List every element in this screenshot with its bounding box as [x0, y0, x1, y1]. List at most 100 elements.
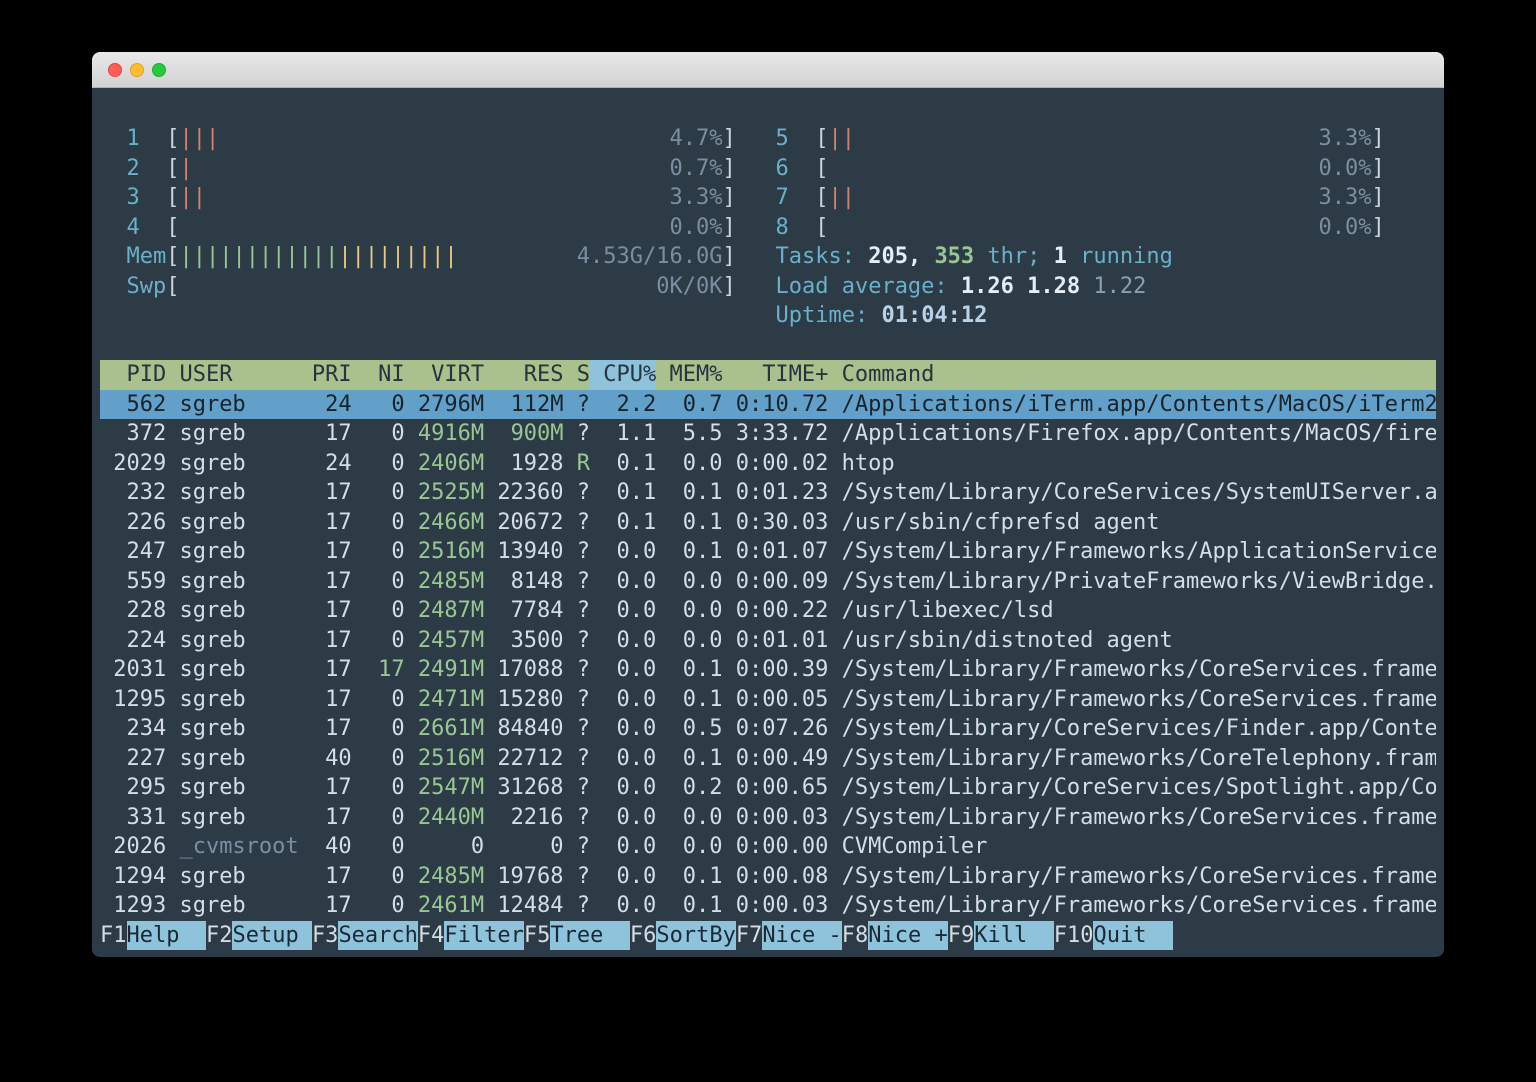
close-button[interactable]: [108, 63, 122, 77]
cell-cpu: 0.0: [590, 569, 656, 594]
process-row[interactable]: 1294sgreb1702485M19768?0.00.10:00.08/Sys…: [100, 862, 1436, 892]
fn-label-f10[interactable]: Quit: [1093, 921, 1172, 951]
process-row[interactable]: 227sgreb4002516M22712?0.00.10:00.49/Syst…: [100, 744, 1436, 774]
column-header-pri[interactable]: PRI: [312, 362, 352, 387]
text-segment: Load average:: [775, 274, 960, 299]
process-row[interactable]: 2026_cvmsroot40000?0.00.00:00.00CVMCompi…: [100, 832, 1436, 862]
column-header-res[interactable]: RES: [484, 362, 563, 387]
fn-label-f1[interactable]: Help: [127, 921, 206, 951]
window-titlebar[interactable]: [92, 52, 1444, 88]
zoom-button[interactable]: [152, 63, 166, 77]
cell-virt: 0: [405, 834, 484, 859]
cell-ni: 0: [352, 539, 405, 564]
process-row[interactable]: 1293sgreb1702461M12484?0.00.10:00.03/Sys…: [100, 891, 1436, 921]
cell-pri: 40: [312, 746, 352, 771]
cell-ni: 0: [352, 392, 405, 417]
cell-pid: 1294: [100, 864, 166, 889]
process-row[interactable]: 295sgreb1702547M31268?0.00.20:00.65/Syst…: [100, 773, 1436, 803]
process-row[interactable]: 2031sgreb17172491M17088?0.00.10:00.39/Sy…: [100, 655, 1436, 685]
fn-label-f3[interactable]: Search: [338, 921, 417, 951]
meter-bracket-open-icon: [: [815, 126, 828, 151]
cell-user: sgreb: [166, 716, 312, 741]
meter-bracket-close-icon: ]: [1372, 185, 1385, 210]
fn-key-f1[interactable]: F1: [100, 923, 127, 948]
cell-pid: 247: [100, 539, 166, 564]
column-header-mem[interactable]: MEM%: [656, 362, 722, 387]
cell-cmd: /usr/sbin/distnoted agent: [828, 628, 1436, 653]
htop-terminal[interactable]: 1[|||4.7%]2[|0.7%]3[||3.3%]4[0.0%]Mem[||…: [92, 88, 1444, 957]
cell-user: sgreb: [166, 687, 312, 712]
cell-ni: 0: [352, 775, 405, 800]
cell-ni: 0: [352, 687, 405, 712]
cpu-meter-value: 3.3%: [1319, 185, 1372, 210]
function-key-bar: F1HelpF2SetupF3SearchF4FilterF5TreeF6Sor…: [100, 921, 1436, 951]
process-row[interactable]: 228sgreb1702487M7784?0.00.00:00.22/usr/l…: [100, 596, 1436, 626]
process-row[interactable]: 2029sgreb2402406M1928R0.10.00:00.02htop: [100, 449, 1436, 479]
fn-label-f9[interactable]: Kill: [974, 921, 1053, 951]
column-header-virt[interactable]: VIRT: [405, 362, 484, 387]
cell-ni: 0: [352, 569, 405, 594]
cell-mem: 0.1: [656, 893, 722, 918]
text-segment: [1067, 244, 1080, 269]
fn-label-f6[interactable]: SortBy: [656, 921, 735, 951]
process-row-selected[interactable]: 562sgreb2402796M112M?2.20.70:10.72/Appli…: [100, 390, 1436, 420]
meter-body: 0.0%: [828, 156, 1371, 181]
process-row[interactable]: 232sgreb1702525M22360?0.10.10:01.23/Syst…: [100, 478, 1436, 508]
cell-cpu: 0.0: [590, 893, 656, 918]
cell-mem: 0.1: [656, 510, 722, 535]
meter-bracket-open-icon: [: [166, 126, 179, 151]
fn-key-f8[interactable]: F8: [842, 923, 869, 948]
column-header-s[interactable]: S: [564, 362, 590, 387]
fn-key-f6[interactable]: F6: [630, 923, 657, 948]
cell-cmd: /System/Library/PrivateFrameworks/ViewBr…: [828, 569, 1436, 594]
process-row[interactable]: 559sgreb1702485M8148?0.00.00:00.09/Syste…: [100, 567, 1436, 597]
column-header-user[interactable]: USER: [166, 362, 312, 387]
table-header-row: PIDUSERPRINIVIRTRESSCPU%MEM%TIME+Command: [100, 360, 1436, 390]
process-row[interactable]: 234sgreb1702661M84840?0.00.50:07.26/Syst…: [100, 714, 1436, 744]
column-header-cpu[interactable]: CPU%: [590, 360, 656, 390]
cpu-meter-6: 6[0.0%]: [775, 154, 1384, 184]
process-row[interactable]: 331sgreb1702440M2216?0.00.00:00.03/Syste…: [100, 803, 1436, 833]
process-row[interactable]: 372sgreb1704916M900M?1.15.53:33.72/Appli…: [100, 419, 1436, 449]
fn-key-f10[interactable]: F10: [1054, 923, 1094, 948]
fn-label-f2[interactable]: Setup: [232, 921, 311, 951]
fn-key-f7[interactable]: F7: [736, 923, 763, 948]
minimize-button[interactable]: [130, 63, 144, 77]
cell-user: sgreb: [166, 421, 312, 446]
fn-key-f4[interactable]: F4: [418, 923, 445, 948]
cell-time: 0:00.02: [722, 451, 828, 476]
cell-cmd: /System/Library/CoreServices/Spotlight.a…: [828, 775, 1436, 800]
cell-pri: 17: [312, 510, 352, 535]
fn-label-f7[interactable]: Nice -: [762, 921, 841, 951]
fn-label-f8[interactable]: Nice +: [868, 921, 947, 951]
cpu-meter-bars: ||: [828, 126, 855, 151]
cell-user: sgreb: [166, 805, 312, 830]
cell-cmd: CVMCompiler: [828, 834, 1436, 859]
process-row[interactable]: 1295sgreb1702471M15280?0.00.10:00.05/Sys…: [100, 685, 1436, 715]
cell-mem: 0.2: [656, 775, 722, 800]
column-header-pid[interactable]: PID: [100, 362, 166, 387]
meter-label: 4: [126, 215, 166, 240]
cell-user: sgreb: [166, 864, 312, 889]
cell-cmd: /usr/sbin/cfprefsd agent: [828, 510, 1436, 535]
meters-section: 1[|||4.7%]2[|0.7%]3[||3.3%]4[0.0%]Mem[||…: [100, 124, 1436, 331]
cell-res: 22712: [484, 746, 563, 771]
column-header-cmd[interactable]: Command: [828, 362, 1436, 387]
cell-mem: 0.0: [656, 451, 722, 476]
cell-cpu: 0.1: [590, 480, 656, 505]
process-row[interactable]: 247sgreb1702516M13940?0.00.10:01.07/Syst…: [100, 537, 1436, 567]
fn-key-f5[interactable]: F5: [524, 923, 551, 948]
column-header-ni[interactable]: NI: [352, 362, 405, 387]
fn-label-f5[interactable]: Tree: [550, 921, 629, 951]
meter-body: |||4.7%: [179, 126, 722, 151]
cell-time: 0:30.03: [722, 510, 828, 535]
cpu-meter-value: 0.7%: [670, 156, 723, 181]
process-row[interactable]: 224sgreb1702457M3500?0.00.00:01.01/usr/s…: [100, 626, 1436, 656]
process-row[interactable]: 226sgreb1702466M20672?0.10.10:30.03/usr/…: [100, 508, 1436, 538]
column-header-time[interactable]: TIME+: [722, 362, 828, 387]
meter-body: |||||||||||||||||||||4.53G/16.0G: [179, 244, 722, 269]
fn-label-f4[interactable]: Filter: [444, 921, 523, 951]
fn-key-f9[interactable]: F9: [948, 923, 975, 948]
fn-key-f3[interactable]: F3: [312, 923, 339, 948]
fn-key-f2[interactable]: F2: [206, 923, 233, 948]
